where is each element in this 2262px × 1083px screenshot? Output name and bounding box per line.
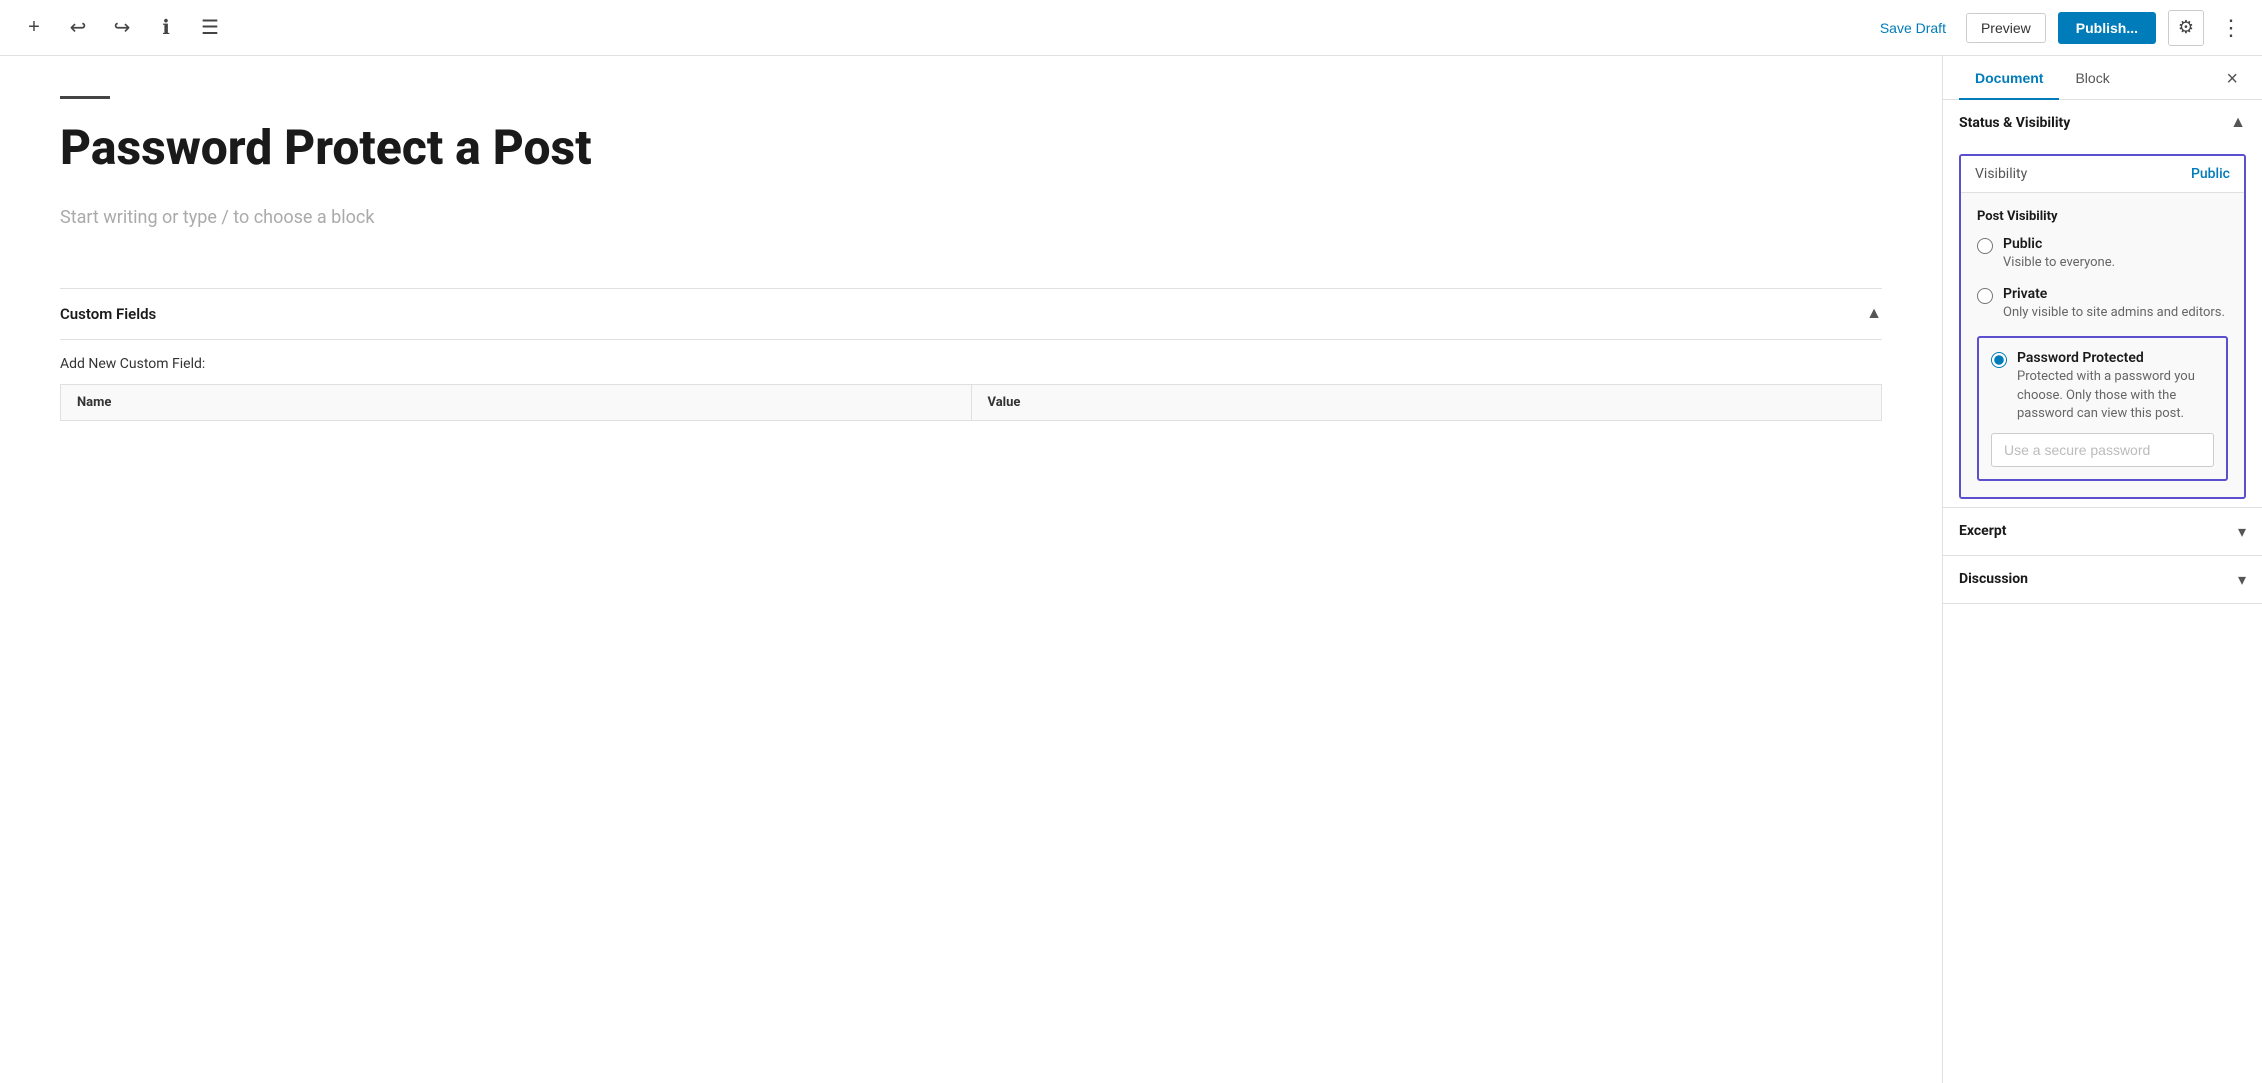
menu-button[interactable]: ☰: [192, 10, 228, 46]
undo-button[interactable]: ↩: [60, 10, 96, 46]
add-icon: +: [28, 16, 40, 39]
radio-password-label: Password Protected: [2017, 350, 2214, 366]
close-sidebar-button[interactable]: ×: [2218, 60, 2246, 99]
radio-private[interactable]: [1977, 288, 1993, 304]
tab-block[interactable]: Block: [2059, 56, 2125, 100]
excerpt-section: Excerpt ▾: [1943, 508, 2262, 556]
post-placeholder[interactable]: Start writing or type / to choose a bloc…: [60, 207, 1882, 228]
radio-password[interactable]: [1991, 352, 2007, 368]
radio-option-public: Public Visible to everyone.: [1977, 236, 2228, 272]
password-option-inner: Password Protected Protected with a pass…: [1991, 350, 2214, 423]
excerpt-title: Excerpt: [1959, 523, 2006, 539]
excerpt-header[interactable]: Excerpt ▾: [1943, 508, 2262, 555]
custom-fields-header[interactable]: Custom Fields ▲: [60, 305, 1882, 340]
save-draft-button[interactable]: Save Draft: [1872, 14, 1954, 42]
redo-button[interactable]: ↪: [104, 10, 140, 46]
post-visibility-title: Post Visibility: [1977, 209, 2228, 224]
radio-private-content: Private Only visible to site admins and …: [2003, 286, 2225, 322]
visibility-label: Visibility: [1975, 166, 2027, 182]
radio-public-content: Public Visible to everyone.: [2003, 236, 2115, 272]
custom-fields-collapse-button[interactable]: ▲: [1866, 305, 1882, 323]
redo-icon: ↪: [114, 15, 131, 40]
toolbar: + ↩ ↪ ℹ ☰ Save Draft Preview Publish... …: [0, 0, 2262, 56]
radio-public-label: Public: [2003, 236, 2115, 252]
info-button[interactable]: ℹ: [148, 10, 184, 46]
cf-col-value: Value: [972, 385, 1882, 420]
custom-fields-body: Add New Custom Field: Name Value: [60, 340, 1882, 421]
cf-col-name: Name: [61, 385, 972, 420]
toolbar-right: Save Draft Preview Publish... ⚙ ⋮: [1872, 10, 2246, 46]
main-layout: Password Protect a Post Start writing or…: [0, 56, 2262, 1083]
discussion-chevron-icon: ▾: [2238, 570, 2246, 589]
post-title[interactable]: Password Protect a Post: [60, 119, 1882, 177]
custom-fields-title: Custom Fields: [60, 305, 156, 323]
visibility-value-link[interactable]: Public: [2191, 166, 2230, 182]
preview-button[interactable]: Preview: [1966, 13, 2046, 43]
discussion-header[interactable]: Discussion ▾: [1943, 556, 2262, 603]
radio-password-desc: Protected with a password you choose. On…: [2017, 368, 2214, 423]
custom-fields-section: Custom Fields ▲ Add New Custom Field: Na…: [60, 288, 1882, 421]
radio-public[interactable]: [1977, 238, 1993, 254]
custom-fields-table-header: Name Value: [60, 384, 1882, 421]
radio-private-desc: Only visible to site admins and editors.: [2003, 304, 2225, 322]
undo-icon: ↩: [70, 15, 87, 40]
password-option-box: Password Protected Protected with a pass…: [1977, 336, 2228, 481]
visibility-box: Visibility Public Post Visibility Public…: [1959, 154, 2246, 499]
status-visibility-header[interactable]: Status & Visibility ▲: [1943, 100, 2262, 146]
menu-icon: ☰: [201, 15, 219, 40]
status-visibility-chevron[interactable]: ▲: [2230, 114, 2246, 132]
info-icon: ℹ: [162, 15, 170, 40]
status-visibility-title: Status & Visibility: [1959, 115, 2070, 131]
toolbar-left: + ↩ ↪ ℹ ☰: [16, 10, 228, 46]
title-divider: [60, 96, 110, 99]
more-icon: ⋮: [2220, 15, 2242, 40]
sidebar: Document Block × Status & Visibility ▲ V…: [1942, 56, 2262, 1083]
sidebar-tabs: Document Block ×: [1943, 56, 2262, 100]
password-input[interactable]: [1991, 433, 2214, 467]
tab-document[interactable]: Document: [1959, 56, 2059, 100]
radio-private-label: Private: [2003, 286, 2225, 302]
post-visibility-dropdown: Post Visibility Public Visible to everyo…: [1961, 192, 2244, 497]
publish-button[interactable]: Publish...: [2058, 12, 2156, 44]
editor-area[interactable]: Password Protect a Post Start writing or…: [0, 56, 1942, 1083]
excerpt-chevron-icon: ▾: [2238, 522, 2246, 541]
add-new-custom-field-label: Add New Custom Field:: [60, 356, 1882, 372]
settings-button[interactable]: ⚙: [2168, 10, 2204, 46]
gear-icon: ⚙: [2178, 17, 2194, 38]
radio-option-private: Private Only visible to site admins and …: [1977, 286, 2228, 322]
more-options-button[interactable]: ⋮: [2216, 11, 2246, 45]
discussion-section: Discussion ▾: [1943, 556, 2262, 604]
password-input-container: [1991, 433, 2214, 467]
visibility-row: Visibility Public: [1961, 156, 2244, 192]
status-visibility-section: Status & Visibility ▲ Visibility Public …: [1943, 100, 2262, 508]
radio-password-content: Password Protected Protected with a pass…: [2017, 350, 2214, 423]
radio-public-desc: Visible to everyone.: [2003, 254, 2115, 272]
add-block-button[interactable]: +: [16, 10, 52, 46]
discussion-title: Discussion: [1959, 571, 2028, 587]
